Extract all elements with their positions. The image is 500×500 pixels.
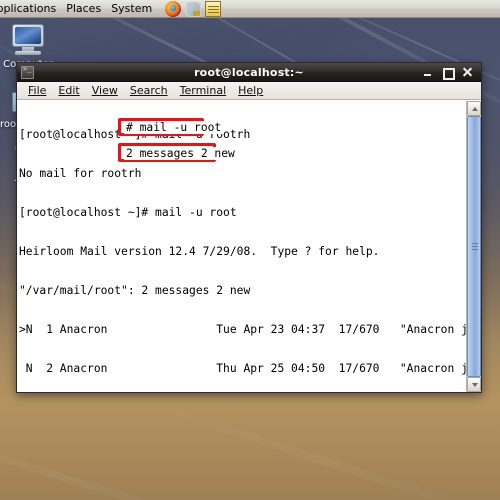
menu-view[interactable]: View	[86, 82, 124, 99]
panel-menu-places[interactable]: Places	[61, 0, 106, 17]
terminal-line: [root@localhost ~]# mail -u rootrh	[19, 128, 251, 141]
window-title: root@localhost:~	[194, 65, 304, 79]
firefox-icon[interactable]	[165, 0, 182, 17]
terminal-line: Heirloom Mail version 12.4 7/29/08. Type…	[19, 245, 380, 258]
panel-menu-system[interactable]: System	[106, 0, 157, 17]
terminal-line: "/var/mail/root": 2 messages 2 new	[19, 284, 251, 297]
menu-file[interactable]: File	[22, 82, 52, 99]
scrollbar-grip-icon	[472, 242, 478, 251]
annotation-text-mail-command: # mail -u root	[124, 121, 224, 134]
terminal-line: >N 1 Anacron Tue Apr 23 04:37 17/670 "An…	[19, 323, 466, 336]
scrollbar-track[interactable]	[467, 116, 481, 377]
top-panel: Applications Places System	[0, 0, 500, 18]
menu-bar: File Edit View Search Terminal Help	[17, 82, 481, 100]
panel-menu-applications[interactable]: Applications	[0, 0, 61, 17]
terminal-scrollbar[interactable]	[466, 101, 481, 392]
menu-edit[interactable]: Edit	[52, 82, 85, 99]
close-button[interactable]	[462, 67, 473, 78]
minimize-button[interactable]	[422, 67, 433, 78]
scroll-down-arrow-icon[interactable]	[467, 377, 481, 392]
terminal-window[interactable]: root@localhost:~ File Edit View Search T…	[16, 62, 482, 393]
maximize-button[interactable]	[442, 67, 455, 80]
wallpaper-streak	[147, 400, 500, 500]
terminal-line: No mail for rootrh	[19, 167, 142, 180]
menu-search[interactable]: Search	[124, 82, 174, 99]
notepad-icon[interactable]	[205, 0, 222, 17]
terminal-line: N 2 Anacron Thu Apr 25 04:50 17/670 "Ana…	[25, 362, 466, 375]
wallpaper-streak	[0, 430, 236, 500]
scrollbar-thumb[interactable]	[467, 116, 481, 377]
menu-help[interactable]: Help	[232, 82, 269, 99]
terminal-screen[interactable]: [root@localhost ~]# mail -u rootrh No ma…	[17, 101, 466, 392]
terminal-line: [root@localhost ~]# mail -u root	[19, 206, 237, 219]
help-icon[interactable]	[185, 0, 202, 17]
window-buttons	[422, 67, 477, 80]
annotation-text-message-count: 2 messages 2 new	[124, 147, 237, 160]
terminal-body: [root@localhost ~]# mail -u rootrh No ma…	[17, 100, 481, 392]
scroll-up-arrow-icon[interactable]	[467, 101, 481, 116]
terminal-icon	[21, 65, 34, 79]
desktop: Applications Places System Computer root…	[0, 0, 500, 500]
menu-terminal[interactable]: Terminal	[174, 82, 233, 99]
computer-icon	[8, 22, 48, 58]
window-titlebar[interactable]: root@localhost:~	[17, 63, 481, 82]
